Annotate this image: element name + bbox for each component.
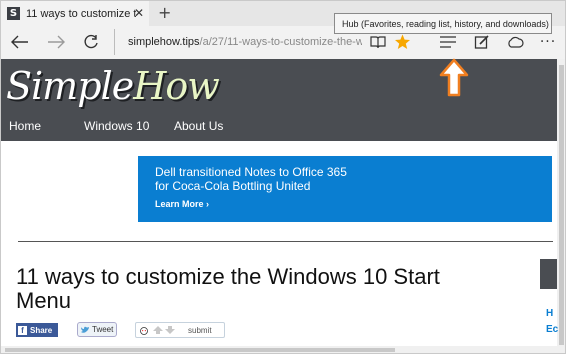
horizontal-scrollbar[interactable]: [1, 346, 557, 353]
ad-line-1: Dell transitioned Notes to Office 365: [155, 165, 347, 179]
site-header: SimpleHow Home Windows 10 About Us: [1, 59, 557, 141]
hub-tooltip: Hub (Favorites, reading list, history, a…: [334, 13, 552, 34]
tweet-button[interactable]: Tweet: [77, 322, 117, 337]
address-path: /a/27/11-ways-to-customize-the-windows-1…: [199, 36, 362, 48]
nav-about-us[interactable]: About Us: [174, 119, 223, 133]
scrollbar-thumb[interactable]: [559, 65, 564, 345]
tab-close-icon[interactable]: ✕: [134, 6, 144, 20]
nav-windows-10[interactable]: Windows 10: [84, 119, 149, 133]
divider: [18, 241, 553, 242]
reddit-submit-button[interactable]: submit: [135, 322, 225, 338]
logo-simple-text: Simple: [6, 64, 134, 108]
tweet-label: Tweet: [92, 325, 114, 334]
ad-learn-more-link[interactable]: Learn More ›: [155, 199, 209, 209]
submit-label: submit: [188, 325, 212, 335]
article-title: 11 ways to customize the Windows 10 Star…: [16, 264, 440, 313]
refresh-icon[interactable]: [80, 30, 102, 54]
forward-icon[interactable]: [45, 30, 67, 54]
back-icon[interactable]: [9, 30, 31, 54]
sidebar-line-2: Ec: [546, 324, 559, 335]
facebook-icon: f: [18, 325, 27, 335]
sidebar-line-1: H: [546, 308, 554, 319]
tab-title: 11 ways to customize the: [26, 7, 136, 20]
new-tab-icon[interactable]: +: [158, 3, 171, 22]
sidebar-text[interactable]: H Ec: [546, 306, 558, 338]
share-label: Share: [30, 325, 53, 335]
vertical-scrollbar[interactable]: [557, 59, 565, 353]
reddit-icon: [140, 327, 148, 335]
ad-banner[interactable]: Dell transitioned Notes to Office 365 fo…: [138, 156, 552, 222]
logo-how-text: How: [133, 64, 220, 108]
downvote-icon[interactable]: [164, 325, 176, 335]
browser-window: S 11 ways to customize the ✕ + Hub (Favo…: [0, 0, 566, 354]
facebook-share-button[interactable]: f Share: [16, 323, 58, 337]
address-bar[interactable]: simplehow.tips/a/27/11-ways-to-customize…: [114, 29, 362, 55]
active-tab[interactable]: S 11 ways to customize the: [1, 1, 149, 26]
site-logo[interactable]: SimpleHow: [6, 64, 220, 108]
horizontal-scrollbar-thumb[interactable]: [5, 348, 395, 352]
annotation-arrow-icon: [439, 58, 469, 97]
site-favicon-icon: S: [7, 7, 20, 20]
upvote-icon[interactable]: [152, 325, 164, 335]
sidebar-block: [540, 259, 557, 289]
nav-home[interactable]: Home: [9, 119, 41, 133]
ad-line-2: for Coca-Cola Bottling United: [155, 179, 311, 193]
address-host: simplehow.tips: [128, 36, 200, 48]
twitter-bird-icon: [81, 326, 89, 333]
